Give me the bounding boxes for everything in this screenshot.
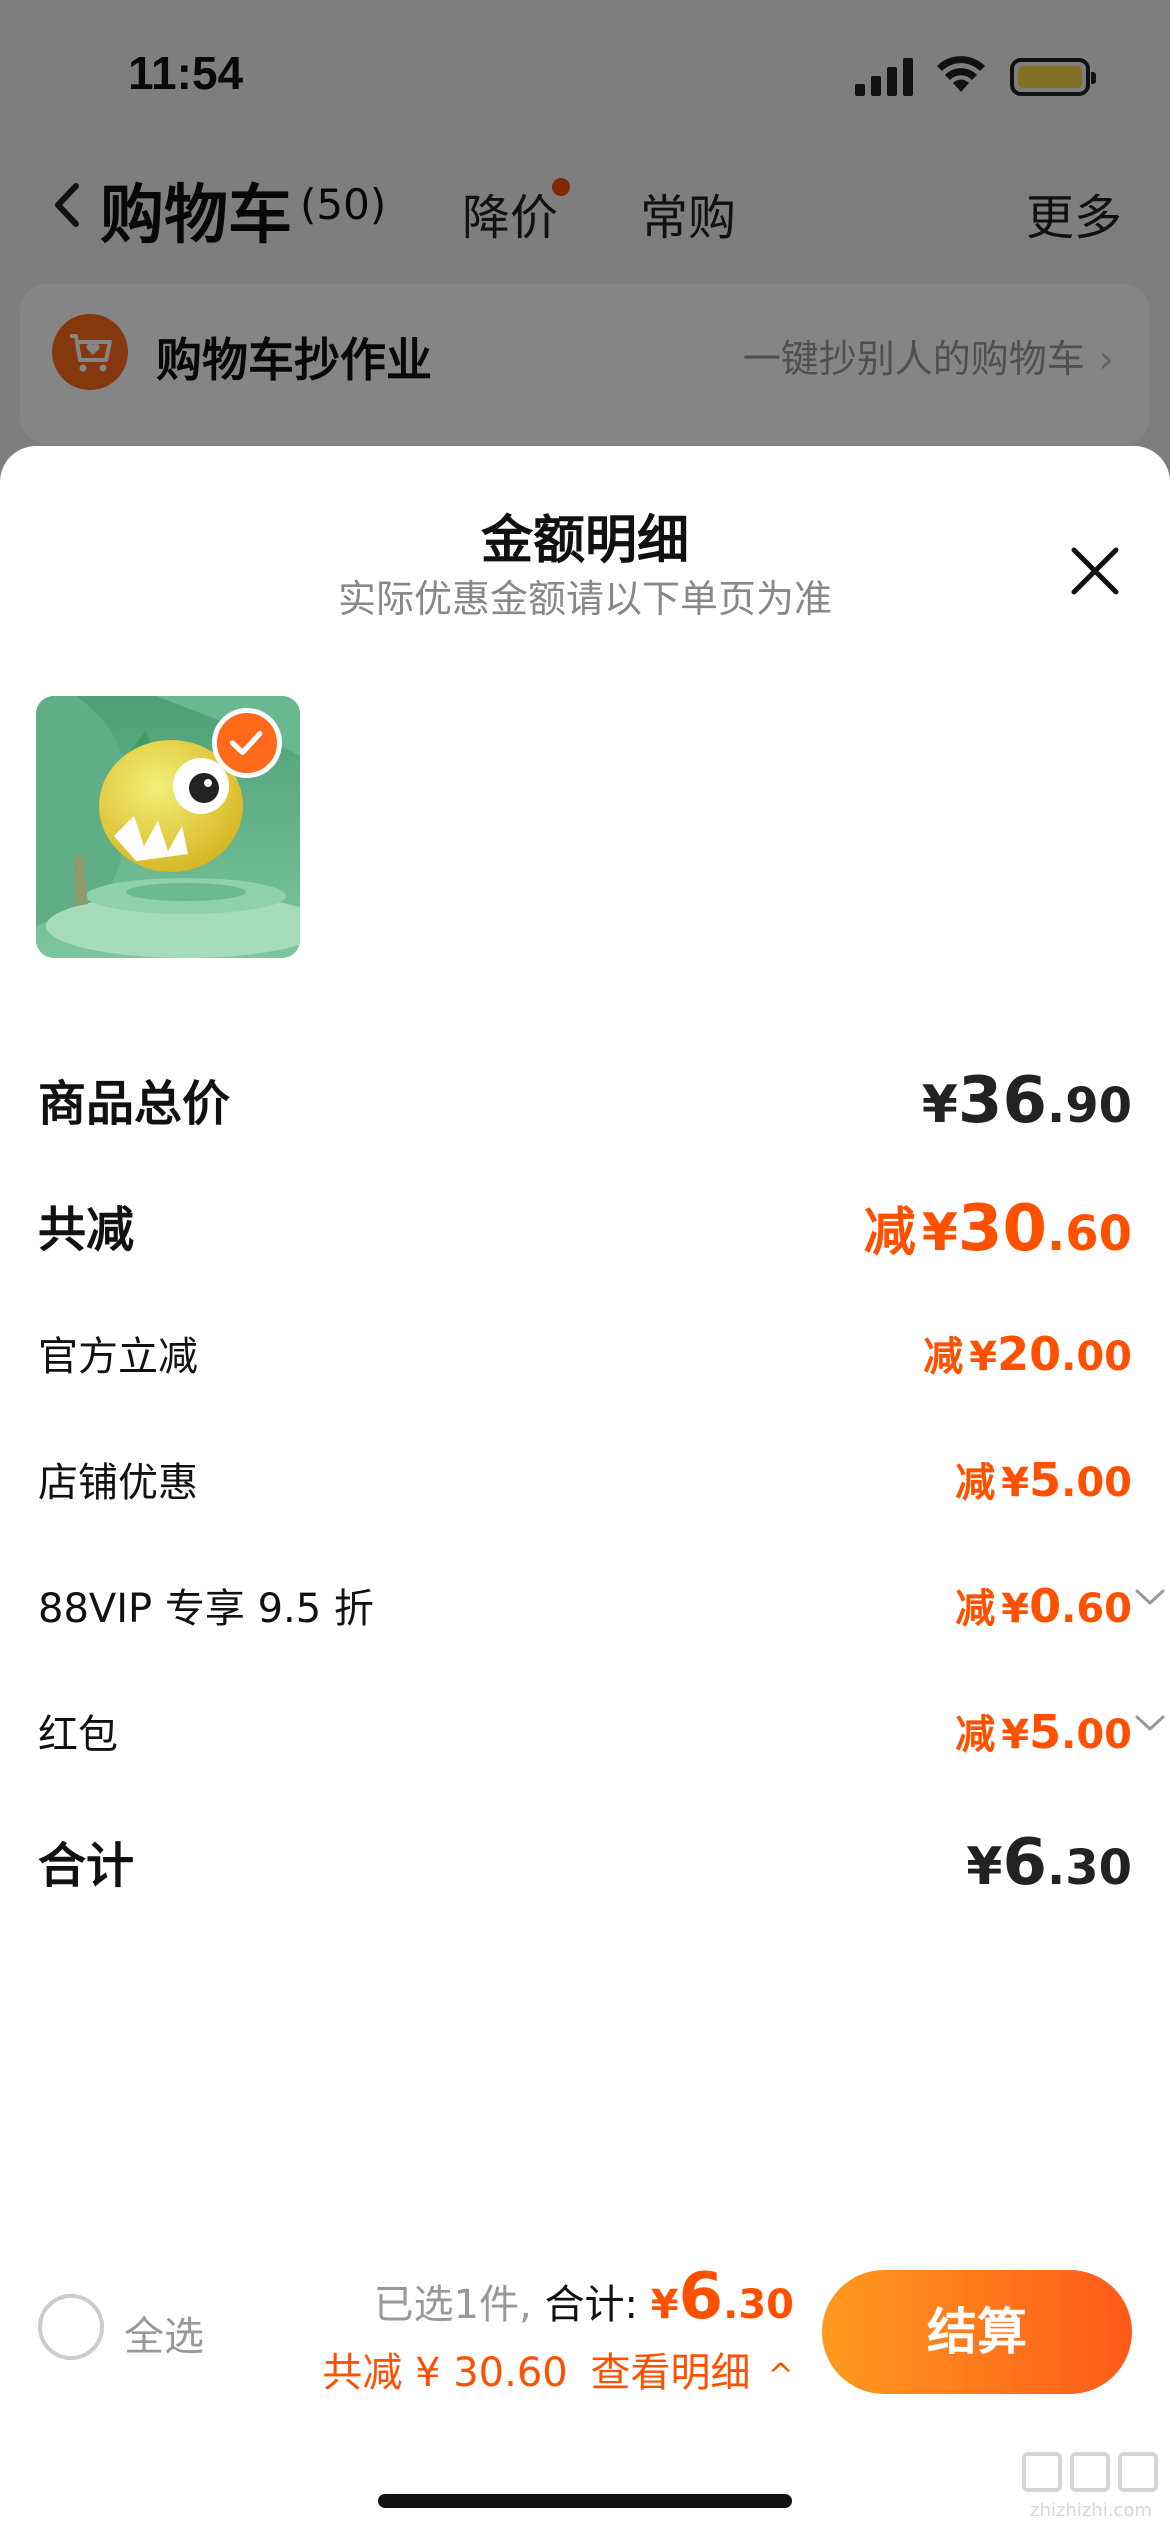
watermark-text: zhizhizhi.com bbox=[1030, 2500, 1152, 2521]
view-detail-link[interactable]: 查看明细 bbox=[590, 2350, 750, 2396]
redpacket-label: 红包 bbox=[38, 1712, 118, 1758]
reduce-amount: 共减 ¥ 30.60 bbox=[322, 2350, 568, 2396]
total-reduce-value: 减 ¥30.60 bbox=[863, 1192, 1132, 1266]
vip-value: 减 ¥0.60 bbox=[955, 1579, 1132, 1633]
sheet-title: 金额明细 bbox=[480, 511, 689, 571]
official-value: 减 ¥20.00 bbox=[923, 1327, 1132, 1381]
selected-summary: 已选1件, 合计: ¥6.30 bbox=[374, 2260, 794, 2334]
subtotal-value: ¥36.90 bbox=[921, 1064, 1132, 1138]
shop-value: 减 ¥5.00 bbox=[955, 1453, 1132, 1507]
checkout-bar: 全选 已选1件, 合计: ¥6.30 共减 ¥ 30.60 查看明细 ^ 结算 bbox=[0, 2220, 1170, 2440]
chevron-up-icon[interactable]: ^ bbox=[767, 2356, 794, 2394]
summary-total-dec: .30 bbox=[723, 2282, 794, 2328]
summary-total-int: 6 bbox=[678, 2260, 724, 2334]
selected-count: 已选1件, bbox=[373, 2282, 532, 2328]
redpacket-value: 减 ¥5.00 bbox=[955, 1705, 1132, 1759]
checkmark-icon[interactable] bbox=[212, 708, 282, 778]
close-icon[interactable] bbox=[1066, 542, 1124, 600]
vip-label: 88VIP 专享 9.5 折 bbox=[38, 1586, 374, 1632]
row-subtotal: 商品总价 ¥36.90 bbox=[38, 1064, 1132, 1144]
summary-total-yen: ¥ bbox=[650, 2282, 679, 2328]
row-shop-discount: 店铺优惠 减 ¥5.00 bbox=[38, 1450, 1132, 1510]
reduce-summary[interactable]: 共减 ¥ 30.60 查看明细 ^ bbox=[322, 2340, 794, 2398]
home-indicator bbox=[378, 2494, 792, 2508]
official-label: 官方立减 bbox=[38, 1334, 198, 1380]
shop-label: 店铺优惠 bbox=[38, 1460, 198, 1506]
summary-total-label: 合计: bbox=[544, 2282, 639, 2328]
row-redpacket[interactable]: 红包 减 ¥5.00 bbox=[38, 1702, 1165, 1762]
total-reduce-label: 共减 bbox=[38, 1202, 135, 1258]
checkout-button[interactable]: 结算 bbox=[822, 2270, 1132, 2394]
chevron-down-icon[interactable] bbox=[1134, 1712, 1166, 1734]
total-value: ¥6.30 bbox=[966, 1826, 1132, 1900]
select-all-label[interactable]: 全选 bbox=[124, 2304, 204, 2362]
subtotal-label: 商品总价 bbox=[38, 1076, 231, 1132]
chevron-down-icon[interactable] bbox=[1134, 1586, 1166, 1608]
watermark-logo: zhizhizhi.com bbox=[1022, 2452, 1158, 2521]
total-label: 合计 bbox=[38, 1838, 135, 1894]
row-official-discount: 官方立减 减 ¥20.00 bbox=[38, 1324, 1132, 1384]
row-total: 合计 ¥6.30 bbox=[38, 1826, 1132, 1906]
sheet-subtitle: 实际优惠金额请以下单页为准 bbox=[337, 577, 832, 621]
select-all-checkbox[interactable] bbox=[38, 2294, 104, 2360]
row-total-reduce: 共减 减 ¥30.60 bbox=[38, 1190, 1132, 1270]
row-vip-discount[interactable]: 88VIP 专享 9.5 折 减 ¥0.60 bbox=[38, 1576, 1165, 1636]
